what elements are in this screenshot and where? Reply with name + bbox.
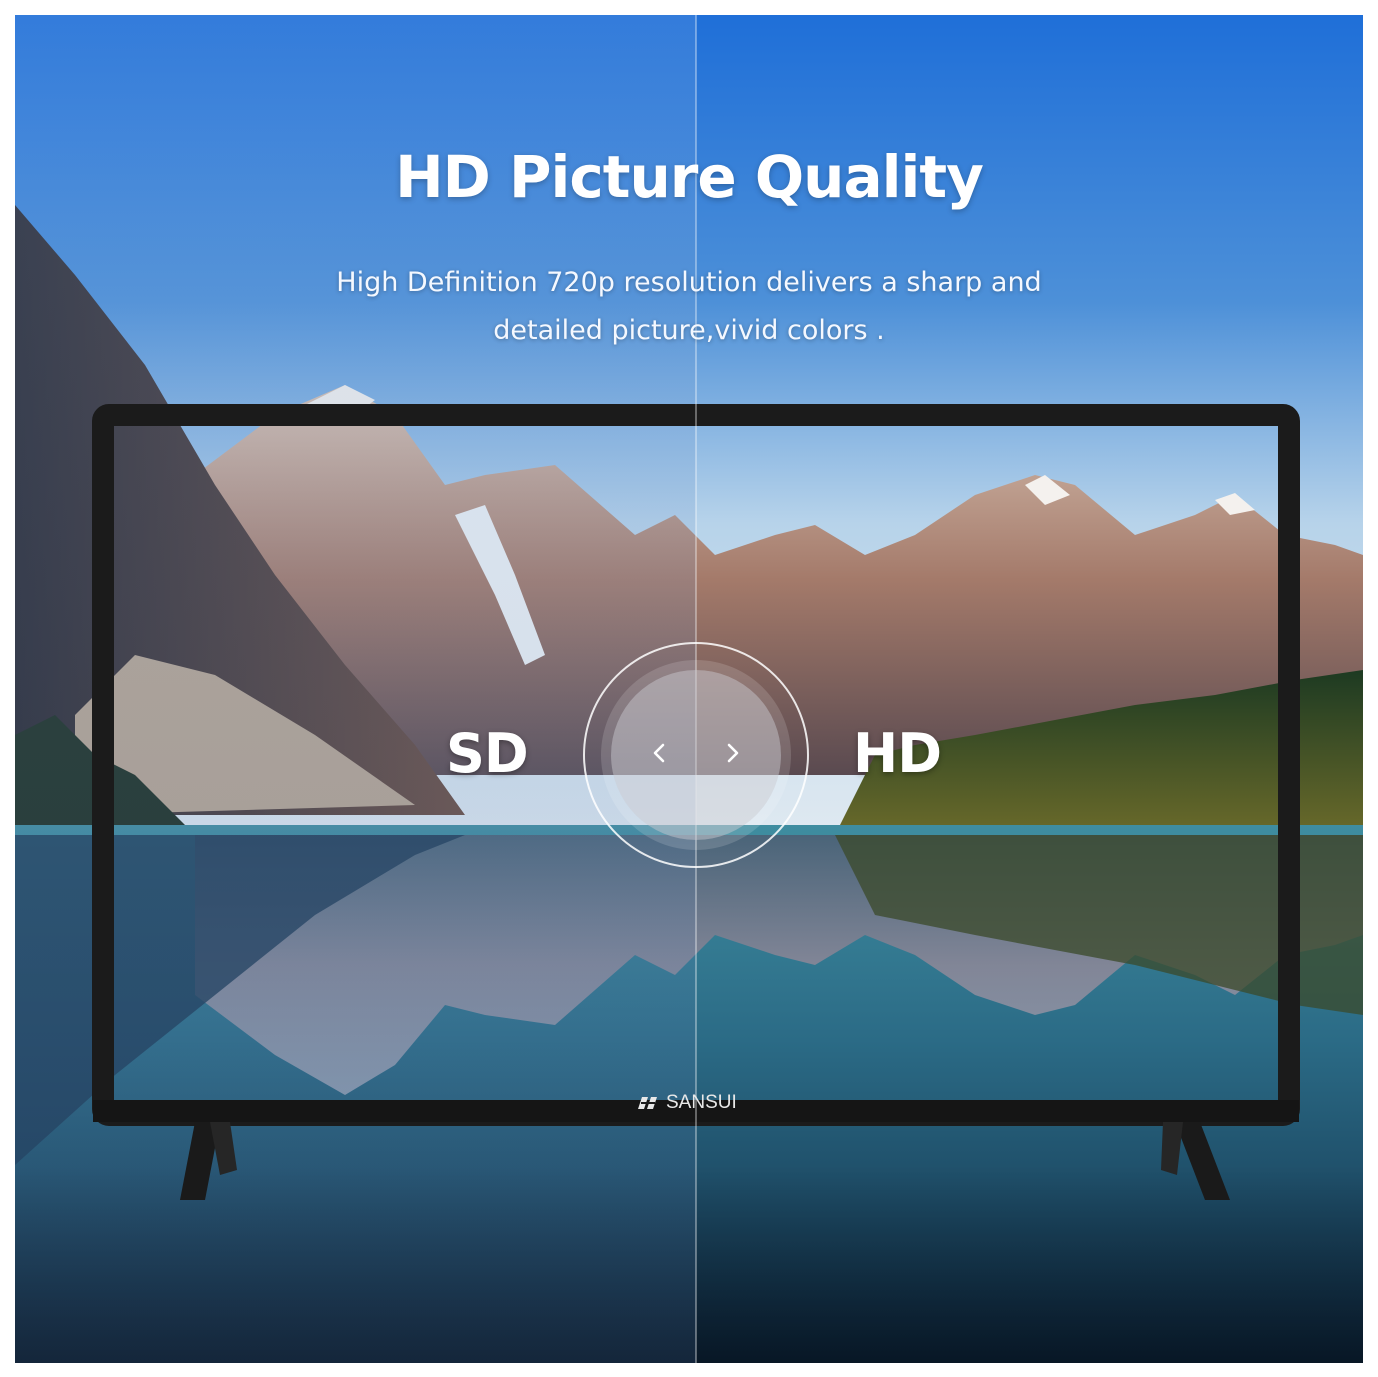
description-line-2: detailed picture,vivid colors .: [493, 315, 885, 346]
brand-name: SANSUI: [666, 1092, 737, 1113]
comparison-slider-handle[interactable]: [583, 642, 809, 868]
sansui-logo-icon: [638, 1097, 657, 1109]
headline: HD Picture Quality: [395, 143, 984, 211]
product-image: HD Picture Quality High Definition 720p …: [15, 15, 1363, 1363]
chevron-right-icon: [727, 743, 739, 763]
description: High Definition 720p resolution delivers…: [269, 259, 1109, 355]
chevron-left-icon: [653, 743, 665, 763]
sd-label: SD: [446, 722, 529, 785]
hd-label: HD: [853, 722, 942, 785]
description-line-1: High Definition 720p resolution delivers…: [336, 267, 1042, 298]
tv-brand: SANSUI: [638, 1092, 737, 1114]
slider-knob[interactable]: [611, 670, 781, 840]
